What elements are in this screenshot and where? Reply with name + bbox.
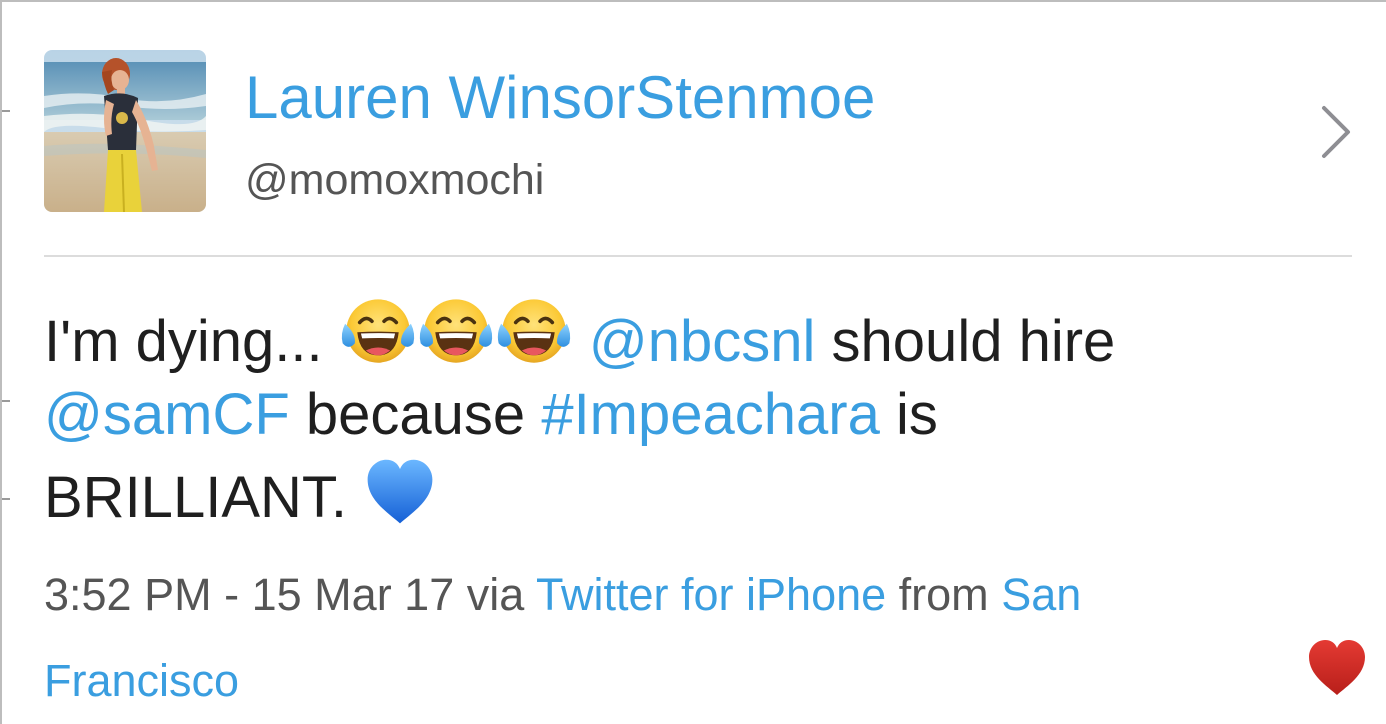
location-link[interactable]: San bbox=[1001, 569, 1081, 620]
face-with-tears-of-joy-icon bbox=[495, 292, 573, 370]
profile-photo-icon bbox=[44, 50, 206, 212]
location-link[interactable]: Francisco bbox=[44, 655, 239, 706]
tweet-line: I'm dying... @nbcsnl should hire bbox=[44, 292, 1364, 374]
mention-link[interactable]: @samCF bbox=[44, 382, 290, 447]
tweet-text-segment: I'm dying... bbox=[44, 309, 323, 374]
heart-icon[interactable] bbox=[1304, 637, 1370, 697]
tweet-date: 15 Mar 17 bbox=[251, 569, 455, 620]
frame-tick bbox=[2, 110, 10, 112]
frame-tick bbox=[2, 498, 10, 500]
meta-line: Francisco bbox=[44, 638, 1284, 724]
tweet-author-header[interactable]: Lauren WinsorStenmoe @momoxmochi bbox=[44, 50, 1354, 215]
tweet-text-segment: BRILLIANT. bbox=[44, 465, 347, 530]
header-divider bbox=[44, 255, 1352, 257]
tweet-metadata: 3:52 PM - 15 Mar 17 via Twitter for iPho… bbox=[44, 552, 1284, 724]
author-handle[interactable]: @momoxmochi bbox=[245, 154, 544, 206]
tweet-line: @samCF because #Impeachara is bbox=[44, 374, 1364, 456]
hashtag-link[interactable]: #Impeachara bbox=[541, 382, 880, 447]
source-link[interactable]: Twitter for iPhone bbox=[536, 569, 886, 620]
face-with-tears-of-joy-icon bbox=[339, 292, 417, 370]
author-display-name[interactable]: Lauren WinsorStenmoe bbox=[245, 62, 875, 134]
tweet-text-segment: because bbox=[305, 382, 526, 447]
mention-link[interactable]: @nbcsnl bbox=[589, 309, 816, 374]
tweet-line: BRILLIANT. bbox=[44, 456, 1364, 538]
from-label: from bbox=[898, 569, 989, 620]
tweet-text-segment: is bbox=[895, 382, 938, 447]
via-label: via bbox=[466, 569, 525, 620]
chevron-right-icon[interactable] bbox=[1318, 102, 1354, 162]
meta-separator: - bbox=[224, 569, 240, 620]
tweet-time: 3:52 PM bbox=[44, 569, 212, 620]
avatar[interactable] bbox=[44, 50, 206, 212]
frame-tick bbox=[2, 400, 10, 402]
meta-line: 3:52 PM - 15 Mar 17 via Twitter for iPho… bbox=[44, 552, 1284, 638]
tweet-text-segment: should hire bbox=[831, 309, 1116, 374]
face-with-tears-of-joy-icon bbox=[417, 292, 495, 370]
blue-heart-icon bbox=[363, 456, 437, 526]
tweet-text: I'm dying... @nbcsnl should hire @samCF … bbox=[44, 292, 1364, 538]
